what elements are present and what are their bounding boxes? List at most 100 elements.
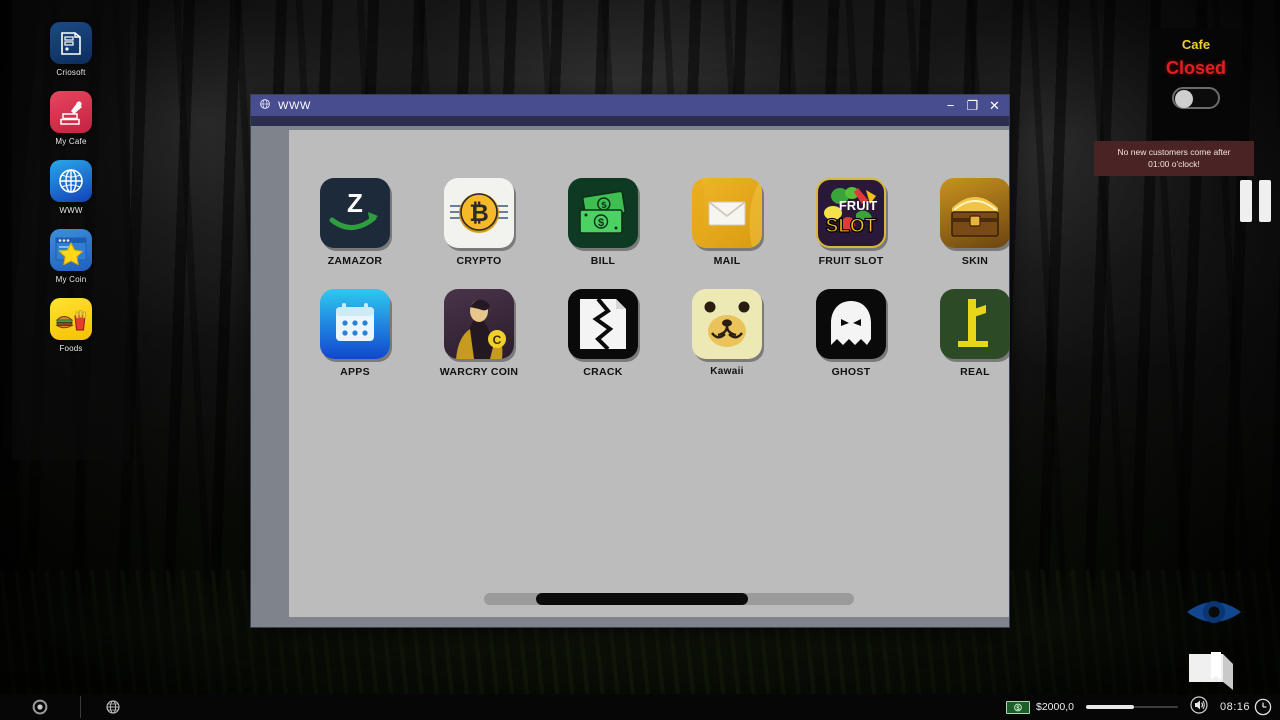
desktop-icon-www[interactable]: WWW (12, 160, 130, 215)
start-orb-icon (32, 699, 48, 715)
window-titlebar[interactable]: WWW − ❐ ✕ (251, 95, 1009, 117)
app-item-real[interactable]: REAL (913, 289, 1009, 378)
app-item-mail[interactable]: MAIL (665, 178, 789, 267)
desktop-icon-foods[interactable]: Foods (12, 298, 130, 353)
app-label: REAL (960, 366, 990, 378)
clock-icon (1254, 698, 1272, 716)
green-figure-icon (940, 289, 1009, 359)
star-window-icon (50, 229, 92, 271)
app-item-bill[interactable]: $ $ BILL (541, 178, 665, 267)
app-item-kawaii[interactable]: Kawaii (665, 289, 789, 378)
app-grid: Z ZAMAZOR (293, 130, 1009, 378)
bitcoin-icon: ₿ (444, 178, 514, 248)
desktop-icon-column: Criosoft My Cafe (12, 0, 130, 460)
taskbar: $ $2000,0 08:16 (0, 694, 1280, 720)
cafe-status-badge: Closed (1166, 58, 1226, 79)
pause-icon (1259, 180, 1271, 222)
volume-slider[interactable] (1086, 704, 1178, 710)
taskbar-items (81, 694, 1006, 720)
zamazor-icon: Z (320, 178, 390, 248)
horizontal-scrollbar[interactable] (484, 593, 854, 605)
system-tray: $ $2000,0 08:16 (1006, 694, 1280, 720)
server-tower-icon (50, 22, 92, 64)
cafe-status-panel: Cafe Closed (1152, 28, 1240, 140)
eye-icon (1183, 591, 1245, 633)
app-item-warcry-coin[interactable]: C WARCRY COIN (417, 289, 541, 378)
app-item-apps[interactable]: APPS (293, 289, 417, 378)
titlebar-shadow (251, 117, 1009, 126)
desktop-icon-label: WWW (59, 206, 82, 215)
close-button[interactable]: ✕ (988, 99, 1001, 112)
banknotes-icon: $ $ (568, 178, 638, 248)
globe-small-icon (259, 97, 271, 115)
svg-text:$: $ (1016, 706, 1020, 712)
maximize-button[interactable]: ❐ (966, 99, 979, 112)
fruit-slot-icon: FRUIT SLOT (816, 178, 886, 248)
window-controls: − ❐ ✕ (944, 99, 1005, 112)
app-label: CRACK (583, 366, 622, 378)
desktop-icon-label: My Cafe (55, 137, 86, 146)
app-item-skin[interactable]: SKIN (913, 178, 1009, 267)
warrior-coin-icon: C (444, 289, 514, 359)
volume-track (1134, 706, 1178, 708)
titlebar-left: WWW (259, 97, 944, 115)
ghost-icon (816, 289, 886, 359)
app-label: ZAMAZOR (328, 255, 383, 267)
tooltip-line-1: No new customers come after (1100, 146, 1248, 158)
app-label: APPS (340, 366, 370, 378)
app-label: FRUIT SLOT (819, 255, 884, 267)
desktop-icon-my-coin[interactable]: My Coin (12, 229, 130, 284)
tooltip-line-2: 01:00 o'clock! (1100, 158, 1248, 170)
svg-text:₿: ₿ (469, 200, 489, 227)
desktop-icon-label: Criosoft (56, 68, 85, 77)
cafe-trowel-icon (50, 91, 92, 133)
svg-text:FRUIT: FRUIT (839, 198, 877, 213)
cafe-panel-title: Cafe (1182, 37, 1210, 52)
cracked-page-icon (568, 289, 638, 359)
start-button[interactable] (0, 694, 80, 720)
app-label: GHOST (832, 366, 871, 378)
eye-button[interactable] (1183, 591, 1245, 633)
dollar-bill-icon: $ (1006, 701, 1030, 714)
app-label: SKIN (962, 255, 988, 267)
clock-text: 08:16 (1220, 701, 1250, 713)
scrollbar-thumb[interactable] (536, 593, 748, 605)
pause-button[interactable] (1240, 180, 1271, 222)
desktop-icon-label: My Coin (56, 275, 87, 284)
page-surface: Z ZAMAZOR (289, 130, 1009, 617)
app-item-crack[interactable]: CRACK (541, 289, 665, 378)
cafe-open-toggle[interactable] (1172, 87, 1220, 109)
svg-text:C: C (493, 333, 502, 347)
app-item-zamazor[interactable]: Z ZAMAZOR (293, 178, 417, 267)
globe-icon (50, 160, 92, 202)
game-screen: Criosoft My Cafe (0, 0, 1280, 720)
speaker-icon[interactable] (1190, 696, 1208, 719)
burger-fries-icon (50, 298, 92, 340)
envelope-icon (692, 178, 762, 248)
toggle-knob (1175, 90, 1193, 108)
bear-face-icon (692, 289, 762, 359)
clock-widget[interactable]: 08:16 (1220, 698, 1272, 716)
app-item-crypto[interactable]: ₿ CRYPTO (417, 178, 541, 267)
app-label: MAIL (714, 255, 741, 267)
app-label: BILL (591, 255, 616, 267)
cafe-tooltip: No new customers come after 01:00 o'cloc… (1094, 141, 1254, 176)
app-label: CRYPTO (457, 255, 502, 267)
svg-text:Z: Z (347, 188, 363, 218)
calendar-grid-icon (320, 289, 390, 359)
minimize-button[interactable]: − (944, 99, 957, 112)
app-item-fruit-slot[interactable]: FRUIT SLOT FRUIT SLOT (789, 178, 913, 267)
money-display: $ $2000,0 (1006, 701, 1074, 714)
svg-text:SLOT: SLOT (826, 216, 877, 237)
app-label: WARCRY COIN (440, 366, 519, 378)
taskbar-item-www[interactable] (105, 699, 121, 715)
app-item-ghost[interactable]: GHOST (789, 289, 913, 378)
svg-text:$: $ (598, 217, 604, 229)
desktop-icon-criosoft[interactable]: Criosoft (12, 22, 130, 77)
browser-content-area: Z ZAMAZOR (251, 126, 1009, 627)
desktop-icon-label: Foods (59, 344, 82, 353)
desktop-icon-my-cafe[interactable]: My Cafe (12, 91, 130, 146)
pause-icon (1240, 180, 1252, 222)
app-label: Kawaii (710, 366, 743, 377)
volume-fill (1086, 705, 1134, 709)
